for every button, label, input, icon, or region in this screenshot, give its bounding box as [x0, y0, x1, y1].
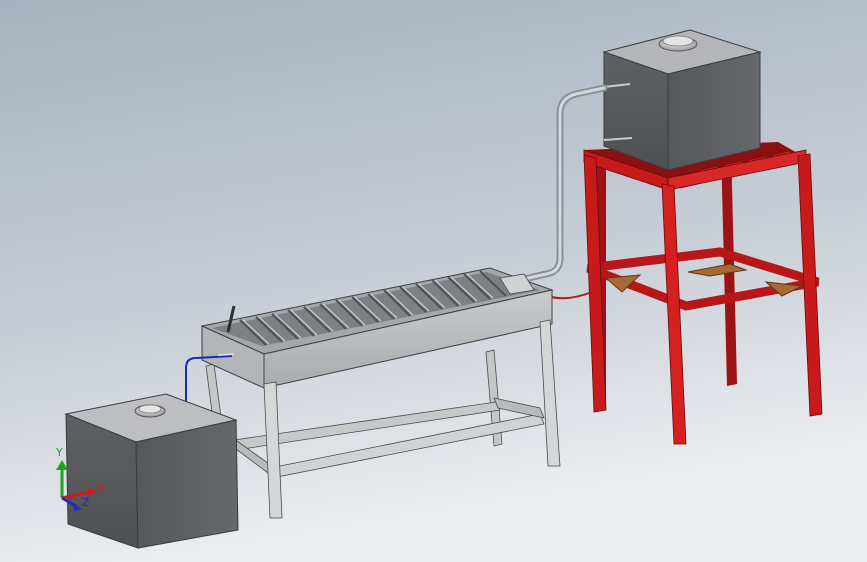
- lower-tank[interactable]: [64, 393, 239, 549]
- lower-tank-lid-cap: [138, 404, 162, 414]
- lower-tank-side: [135, 419, 239, 549]
- cad-assembly-scene[interactable]: Y X Z: [0, 0, 867, 562]
- cad-viewport[interactable]: Y X Z: [0, 0, 867, 562]
- upper-tank[interactable]: [602, 29, 762, 171]
- triad-z-label: Z: [82, 496, 90, 509]
- upper-tank-lid-cap: [662, 35, 694, 47]
- triad-x-label: X: [97, 481, 105, 494]
- triad-y-label: Y: [55, 446, 63, 459]
- blue-pipe-fitting: [217, 353, 235, 356]
